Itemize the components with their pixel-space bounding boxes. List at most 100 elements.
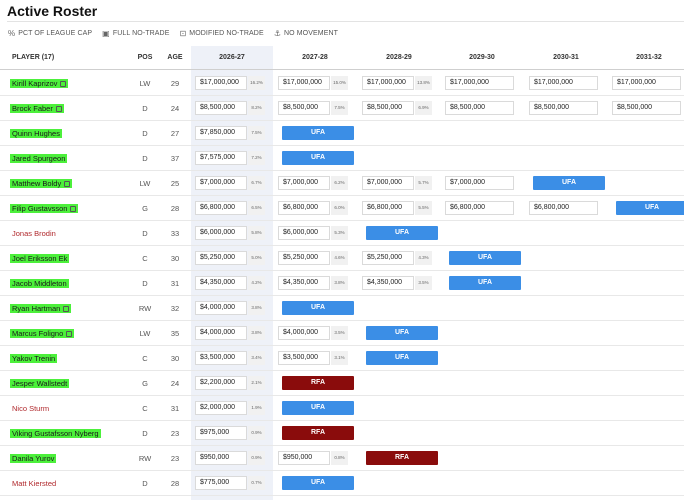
ufa-badge: UFA <box>449 251 521 265</box>
roster-table: PLAYER (17) POS AGE 2026-27 2027-28 2028-2… <box>0 46 684 500</box>
cap-pct-value: 16.2% <box>248 76 265 90</box>
player-age: 31 <box>170 404 180 413</box>
salary-cell: $4,350,000 4.2% <box>195 276 265 290</box>
salary-value: $6,800,000 <box>195 201 247 215</box>
player-name-link[interactable]: Nico Sturm <box>10 404 51 413</box>
cap-pct-value: 3.8% <box>248 301 265 315</box>
no-trade-clause-icon <box>66 331 73 337</box>
player-name-link[interactable]: Danila Yurov <box>10 454 57 463</box>
salary-cell: $17,000,000 <box>529 76 598 90</box>
player-name-link[interactable]: Filip Gustavsson <box>10 204 79 213</box>
salary-value: $7,000,000 <box>445 176 514 190</box>
salary-cell: $5,250,000 5.0% <box>195 251 265 265</box>
header-age[interactable]: AGE <box>164 54 186 61</box>
salary-cell: $7,000,000 <box>445 176 514 190</box>
full-no-trade-legend: ▣ FULL NO-TRADE <box>102 29 169 38</box>
cap-pct-value: 2.1% <box>248 376 265 390</box>
salary-value: $4,350,000 <box>362 276 414 290</box>
header-season-2030-31[interactable]: 2030-31 <box>525 54 607 61</box>
salary-value: $4,000,000 <box>195 326 247 340</box>
cap-pct-value: 6.0% <box>331 201 348 215</box>
player-name-link[interactable]: Yakov Trenin <box>10 354 58 363</box>
player-age: 24 <box>170 104 180 113</box>
player-name-link[interactable]: Jesper Wallstedt <box>10 379 70 388</box>
player-name-link[interactable]: Matt Kiersted <box>10 479 58 488</box>
player-position: RW <box>138 304 152 313</box>
player-age: 29 <box>170 79 180 88</box>
table-row: Jonas Brodin D 33 $6,000,000 5.8% $6,000,000 5… <box>0 221 684 246</box>
cap-pct-value: 3.1% <box>331 351 348 365</box>
player-name-link[interactable]: Kirill Kaprizov <box>10 79 69 88</box>
salary-cell: $8,500,000 <box>445 101 514 115</box>
salary-cell: $975,000 0.9% <box>195 426 265 440</box>
salary-cell: $5,250,000 4.3% <box>362 251 432 265</box>
no-movement-legend: ⚓ NO MOVEMENT <box>274 29 338 38</box>
player-age: 28 <box>170 479 180 488</box>
salary-value: $5,250,000 <box>195 251 247 265</box>
cap-pct-value: 5.8% <box>248 226 265 240</box>
salary-cell: $17,000,000 15.0% <box>278 76 348 90</box>
salary-value: $3,500,000 <box>278 351 330 365</box>
salary-cell: $3,500,000 3.1% <box>278 351 348 365</box>
salary-cell: $775,000 0.7% <box>195 476 265 490</box>
salary-cell: $6,000,000 5.8% <box>195 226 265 240</box>
cap-pct-value: 13.8% <box>415 76 432 90</box>
salary-cell: $7,000,000 6.7% <box>195 176 265 190</box>
cap-pct-value: 6.2% <box>331 176 348 190</box>
player-age: 23 <box>170 454 180 463</box>
player-position: RW <box>138 454 152 463</box>
header-player[interactable]: PLAYER (17) <box>12 54 54 61</box>
player-age: 35 <box>170 329 180 338</box>
header-season-2028-29[interactable]: 2028-29 <box>358 54 440 61</box>
table-row: Jared Spurgeon D 37 $7,575,000 7.2% UFA <box>0 146 684 171</box>
player-name-link[interactable]: Jonas Brodin <box>10 229 58 238</box>
header-season-2027-28[interactable]: 2027-28 <box>274 54 356 61</box>
ufa-badge: UFA <box>449 276 521 290</box>
header-season-2029-30[interactable]: 2029-30 <box>441 54 523 61</box>
salary-cell: $8,500,000 7.5% <box>278 101 348 115</box>
player-age: 28 <box>170 204 180 213</box>
player-name-link[interactable]: Jacob Middleton <box>10 279 69 288</box>
player-name-link[interactable]: Matthew Boldy <box>10 179 73 188</box>
salary-value: $8,500,000 <box>612 101 681 115</box>
salary-value: $4,350,000 <box>278 276 330 290</box>
player-name-link[interactable]: Ryan Hartman <box>10 304 72 313</box>
cap-pct-value: 8.2% <box>248 101 265 115</box>
cap-pct-value: 6.7% <box>248 176 265 190</box>
header-season-2031-32[interactable]: 2031-32 <box>608 54 684 61</box>
table-row: Danila Yurov RW 23 $950,000 0.9% $950,000 0.8%… <box>0 446 684 471</box>
cap-pct-value: 4.2% <box>248 276 265 290</box>
salary-cell: $8,500,000 <box>612 101 681 115</box>
player-name-link[interactable]: Brock Faber <box>10 104 64 113</box>
page-title: Active Roster <box>7 3 98 19</box>
salary-cell: $4,350,000 3.5% <box>362 276 432 290</box>
player-position: D <box>142 154 148 163</box>
player-age: 37 <box>170 154 180 163</box>
salary-value: $8,500,000 <box>529 101 598 115</box>
table-row: Jesper Wallstedt G 24 $2,200,000 2.1% RFA <box>0 371 684 396</box>
salary-cell: $6,000,000 5.3% <box>278 226 348 240</box>
player-name-link[interactable]: Joel Eriksson Ek <box>10 254 70 263</box>
table-row: Brock Faber D 24 $8,500,000 8.2% $8,500,000 7.… <box>0 96 684 121</box>
player-position: C <box>142 354 148 363</box>
rfa-badge: RFA <box>366 451 438 465</box>
cap-pct-value: 3.5% <box>331 326 348 340</box>
player-name-link[interactable]: Jared Spurgeon <box>10 154 68 163</box>
cap-pct-value: 4.3% <box>415 251 432 265</box>
player-name-link[interactable]: Quinn Hughes <box>10 129 62 138</box>
salary-cell: $8,500,000 6.9% <box>362 101 432 115</box>
player-name-link[interactable]: Marcus Foligno <box>10 329 75 338</box>
cap-pct-value: 0.7% <box>248 476 265 490</box>
cap-pct-value: 0.9% <box>248 451 265 465</box>
player-name-link[interactable]: Viking Gustafsson Nyberg <box>10 429 101 438</box>
header-pos[interactable]: POS <box>133 54 157 61</box>
header-season-2026-27[interactable]: 2026-27 <box>191 54 273 61</box>
salary-value: $6,800,000 <box>278 201 330 215</box>
salary-cell: $17,000,000 <box>445 76 514 90</box>
cap-pct-value: 4.6% <box>331 251 348 265</box>
player-position: D <box>142 129 148 138</box>
salary-value: $17,000,000 <box>445 76 514 90</box>
cap-pct-value: 1.9% <box>248 401 265 415</box>
no-trade-clause-icon <box>55 106 62 112</box>
cap-pct-value: 15.0% <box>331 76 348 90</box>
